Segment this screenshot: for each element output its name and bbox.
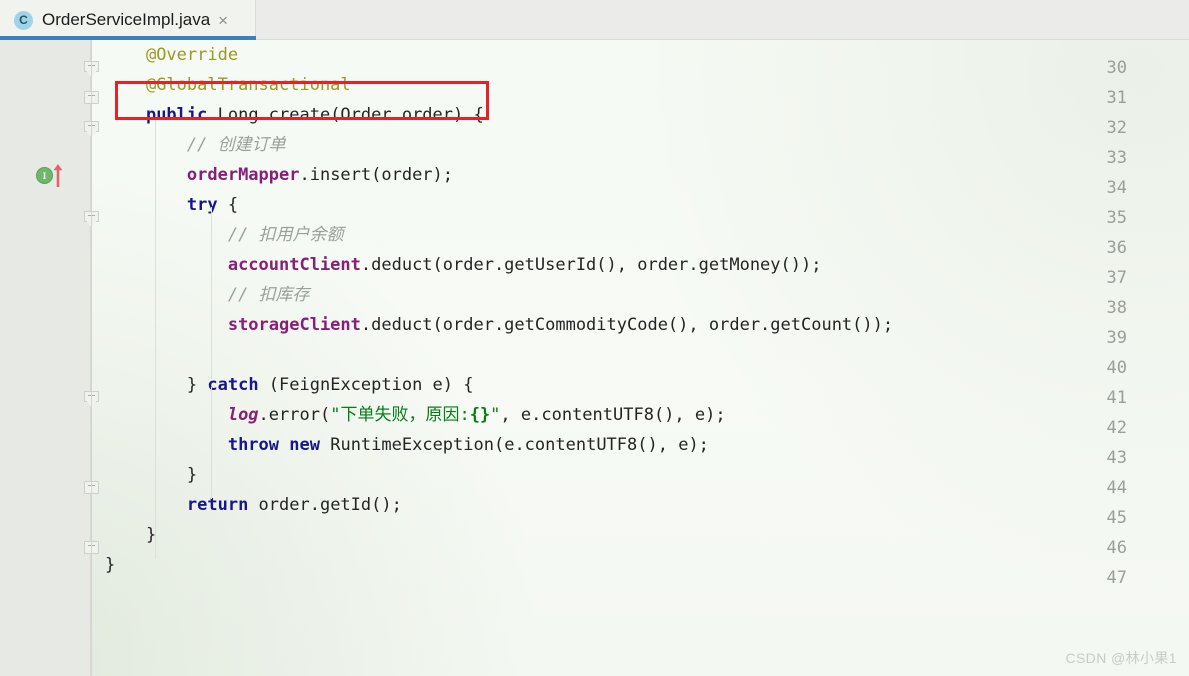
line-number-gutter[interactable] <box>0 40 91 676</box>
code-token: new <box>289 435 320 455</box>
code-line-43[interactable]: throw new RuntimeException(e.contentUTF8… <box>105 430 1189 460</box>
code-token: // 创建订单 <box>186 135 286 155</box>
code-token: } <box>186 375 208 395</box>
code-line-45[interactable]: return order.getId(); <box>105 490 1189 520</box>
code-token: .deduct(order.getUserId(), order.getMone… <box>360 255 822 275</box>
code-token: , e.contentUTF8(), e); <box>500 405 726 425</box>
code-token: .deduct(order.getCommodityCode(), order.… <box>360 315 894 335</box>
code-editor[interactable]: 30 31 32 33 34 35 36 37 38 39 40 41 42 43 44 45 46 47 I @… <box>0 40 1189 676</box>
code-content[interactable]: @Override @GlobalTransactional public Lo… <box>105 40 1189 676</box>
tab-order-service-impl[interactable]: C OrderServiceImpl.java × <box>0 0 256 40</box>
code-token: try <box>186 195 218 215</box>
code-token: @Override <box>145 45 239 65</box>
fold-connector <box>91 40 92 676</box>
implementing-method-icon[interactable]: I <box>36 167 53 184</box>
code-line-30[interactable]: @Override <box>105 40 1189 70</box>
editor-tab-bar: C OrderServiceImpl.java × <box>0 0 1189 40</box>
code-line-31[interactable]: @GlobalTransactional <box>105 70 1189 100</box>
code-token: catch <box>207 375 259 395</box>
code-line-33[interactable]: // 创建订单 <box>105 130 1189 160</box>
code-token: // 扣用户余额 <box>227 225 344 245</box>
code-token: " <box>490 405 501 425</box>
code-token: order.getId(); <box>248 495 402 515</box>
code-token: "下单失败，原因: <box>330 405 470 425</box>
code-line-36[interactable]: // 扣用户余额 <box>105 220 1189 250</box>
code-token: storageClient <box>227 315 361 335</box>
code-token: throw <box>227 435 280 455</box>
code-line-42[interactable]: log.error("下单失败，原因:{}", e.contentUTF8(),… <box>105 400 1189 430</box>
indent-guide <box>211 207 212 379</box>
code-token: .error( <box>258 405 331 425</box>
code-line-39[interactable]: storageClient.deduct(order.getCommodityC… <box>105 310 1189 340</box>
code-line-38[interactable]: // 扣库存 <box>105 280 1189 310</box>
watermark-text: CSDN @林小果1 <box>1065 650 1177 666</box>
code-token: orderMapper <box>186 165 300 185</box>
code-line-44[interactable]: } <box>105 460 1189 490</box>
override-arrow-icon[interactable] <box>53 164 63 188</box>
code-token: } <box>105 555 116 575</box>
code-line-37[interactable]: accountClient.deduct(order.getUserId(), … <box>105 250 1189 280</box>
code-token: return <box>186 495 249 515</box>
code-token: // 扣库存 <box>227 285 310 305</box>
close-icon[interactable]: × <box>218 12 228 29</box>
tab-bar-empty-area <box>256 0 1189 40</box>
code-line-41[interactable]: } catch (FeignException e) { <box>105 370 1189 400</box>
code-line-34[interactable]: orderMapper.insert(order); <box>105 160 1189 190</box>
code-line-40[interactable] <box>105 340 1189 370</box>
code-line-46[interactable]: } <box>105 520 1189 550</box>
tab-label: OrderServiceImpl.java <box>42 10 211 29</box>
code-token: RuntimeException(e.contentUTF8(), e); <box>319 435 709 455</box>
indent-guide <box>155 117 156 559</box>
code-token: Long create(Order order) { <box>207 105 484 125</box>
java-class-icon: C <box>14 10 33 30</box>
code-token: {} <box>469 405 491 425</box>
code-token: } <box>186 465 198 485</box>
code-line-32[interactable]: public Long create(Order order) { <box>105 100 1189 130</box>
code-token: @GlobalTransactional <box>145 75 351 95</box>
code-token: { <box>217 195 239 215</box>
code-token: accountClient <box>227 255 361 275</box>
code-line-35[interactable]: try { <box>105 190 1189 220</box>
code-token: (FeignException e) { <box>258 375 474 395</box>
code-token: .insert(order); <box>299 165 454 185</box>
code-token: log <box>227 405 259 425</box>
code-line-47[interactable]: } <box>105 550 1189 580</box>
indent-guide <box>211 387 212 499</box>
